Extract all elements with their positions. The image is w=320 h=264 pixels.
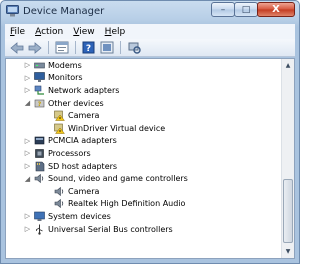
speaker-icon — [54, 198, 65, 209]
tree-item-label: Sound, video and game controllers — [48, 174, 188, 184]
modem-icon — [34, 60, 45, 71]
tree-item-label: Camera — [68, 186, 100, 196]
toolbar: ? — [5, 39, 295, 57]
tree-item-label: Universal Serial Bus controllers — [48, 224, 173, 234]
svg-text:?: ? — [86, 44, 91, 54]
tree-item-device-windriver-virtual-device[interactable]: WinDriver Virtual device — [6, 122, 282, 135]
minimize-button[interactable]: – — [211, 2, 235, 17]
scan-hardware-icon[interactable] — [125, 40, 142, 55]
expand-arrow-icon[interactable]: ▷ — [23, 162, 32, 171]
expand-arrow-icon[interactable]: ▷ — [23, 73, 32, 82]
tree-item-label: Modems — [48, 60, 82, 70]
tree-item-category-pcmcia-adapters[interactable]: ▷ PCMCIA adapters — [6, 135, 282, 148]
expand-arrow-icon[interactable]: ▷ — [23, 225, 32, 234]
menu-label: ction — [41, 26, 64, 37]
title-bar[interactable]: Device Manager – □ X — [1, 1, 299, 23]
usb-icon — [34, 224, 45, 235]
toolbar-separator — [48, 41, 49, 54]
menu-bar: File Action View Help — [5, 24, 295, 39]
back-icon[interactable] — [8, 40, 25, 55]
pcmcia-icon — [34, 135, 45, 146]
minimize-icon: – — [220, 4, 226, 15]
monitor-icon — [34, 72, 45, 83]
tree-item-label: Other devices — [48, 98, 104, 108]
tree-item-label: Camera — [68, 111, 100, 121]
warning-device-icon — [54, 123, 65, 134]
tree-item-label: SD host adapters — [48, 161, 118, 171]
menu-label: ile — [14, 26, 26, 37]
speaker-icon — [34, 173, 45, 184]
properties-icon[interactable] — [53, 40, 70, 55]
close-button[interactable]: X — [257, 2, 295, 17]
expand-arrow-icon[interactable]: ▷ — [23, 86, 32, 95]
tree-item-category-other-devices[interactable]: ◢? Other devices — [6, 97, 282, 110]
tree-item-label: Network adapters — [48, 85, 120, 95]
help-icon[interactable]: ? — [80, 40, 97, 55]
sd-card-icon — [34, 161, 45, 172]
expand-arrow-icon[interactable]: ▷ — [23, 212, 32, 221]
tree-item-label: Realtek High Definition Audio — [68, 199, 186, 209]
tree-item-category-processors[interactable]: ▷ Processors — [6, 147, 282, 160]
scrollbar-thumb[interactable] — [283, 179, 293, 243]
toolbar-separator — [75, 41, 76, 54]
expand-arrow-icon[interactable]: ▷ — [23, 61, 32, 70]
maximize-icon: □ — [241, 4, 251, 15]
menu-help[interactable]: Help — [100, 27, 131, 37]
processor-icon — [34, 148, 45, 159]
tree-item-category-network-adapters[interactable]: ▷ Network adapters — [6, 84, 282, 97]
update-driver-icon[interactable] — [98, 40, 115, 55]
vertical-scrollbar[interactable]: ▲ ▼ — [281, 59, 294, 258]
speaker-icon — [54, 186, 65, 197]
tree-item-category-sound-video-and-game-controllers[interactable]: ◢ Sound, video and game controllers — [6, 172, 282, 185]
menu-label: elp — [111, 26, 126, 37]
collapse-arrow-icon[interactable]: ◢ — [23, 174, 32, 183]
expand-arrow-icon[interactable]: ▷ — [23, 149, 32, 158]
scroll-up-arrow-icon[interactable]: ▲ — [282, 59, 294, 72]
expand-arrow-icon[interactable]: ▷ — [23, 136, 32, 145]
tree-item-category-monitors[interactable]: ▷ Monitors — [6, 72, 282, 85]
menu-file[interactable]: File — [5, 27, 30, 37]
caption-buttons: – □ X — [211, 2, 295, 17]
warning-device-icon — [54, 110, 65, 121]
tree-item-category-sd-host-adapters[interactable]: ▷ SD host adapters — [6, 160, 282, 173]
tree-item-category-universal-serial-bus-controllers[interactable]: ▷ Universal Serial Bus controllers — [6, 223, 282, 236]
device-manager-app-icon — [6, 5, 19, 17]
tree-item-device-camera[interactable]: Camera — [6, 109, 282, 122]
unknown-device-icon: ? — [34, 98, 45, 109]
device-tree-panel: ▷ Modems ▷ Monitors ▷ Network adapters ◢? Other… — [5, 58, 295, 259]
tree-item-label: Monitors — [48, 73, 83, 83]
scroll-down-arrow-icon[interactable]: ▼ — [282, 245, 294, 258]
window-title: Device Manager — [23, 6, 105, 17]
maximize-button[interactable]: □ — [234, 2, 258, 17]
tree-item-category-modems[interactable]: ▷ Modems — [6, 59, 282, 72]
svg-text:?: ? — [38, 101, 42, 108]
device-tree: ▷ Modems ▷ Monitors ▷ Network adapters ◢? Other… — [6, 59, 282, 235]
tree-item-category-system-devices[interactable]: ▷ System devices — [6, 210, 282, 223]
toolbar-separator — [120, 41, 121, 54]
close-icon: X — [272, 4, 280, 15]
menu-view[interactable]: View — [68, 27, 99, 37]
tree-item-label: System devices — [48, 211, 111, 221]
network-icon — [34, 85, 45, 96]
forward-icon[interactable] — [26, 40, 43, 55]
tree-item-label: WinDriver Virtual device — [68, 123, 166, 133]
collapse-arrow-icon[interactable]: ◢ — [23, 99, 32, 108]
system-icon — [34, 211, 45, 222]
tree-item-label: PCMCIA adapters — [48, 136, 117, 146]
menu-label: iew — [79, 26, 95, 37]
tree-item-device-realtek-high-definition-audio[interactable]: Realtek High Definition Audio — [6, 198, 282, 211]
device-manager-window: Device Manager – □ X File Action View Help … — [0, 0, 300, 264]
tree-item-label: Processors — [48, 148, 91, 158]
menu-action[interactable]: Action — [30, 27, 68, 37]
tree-item-device-camera[interactable]: Camera — [6, 185, 282, 198]
